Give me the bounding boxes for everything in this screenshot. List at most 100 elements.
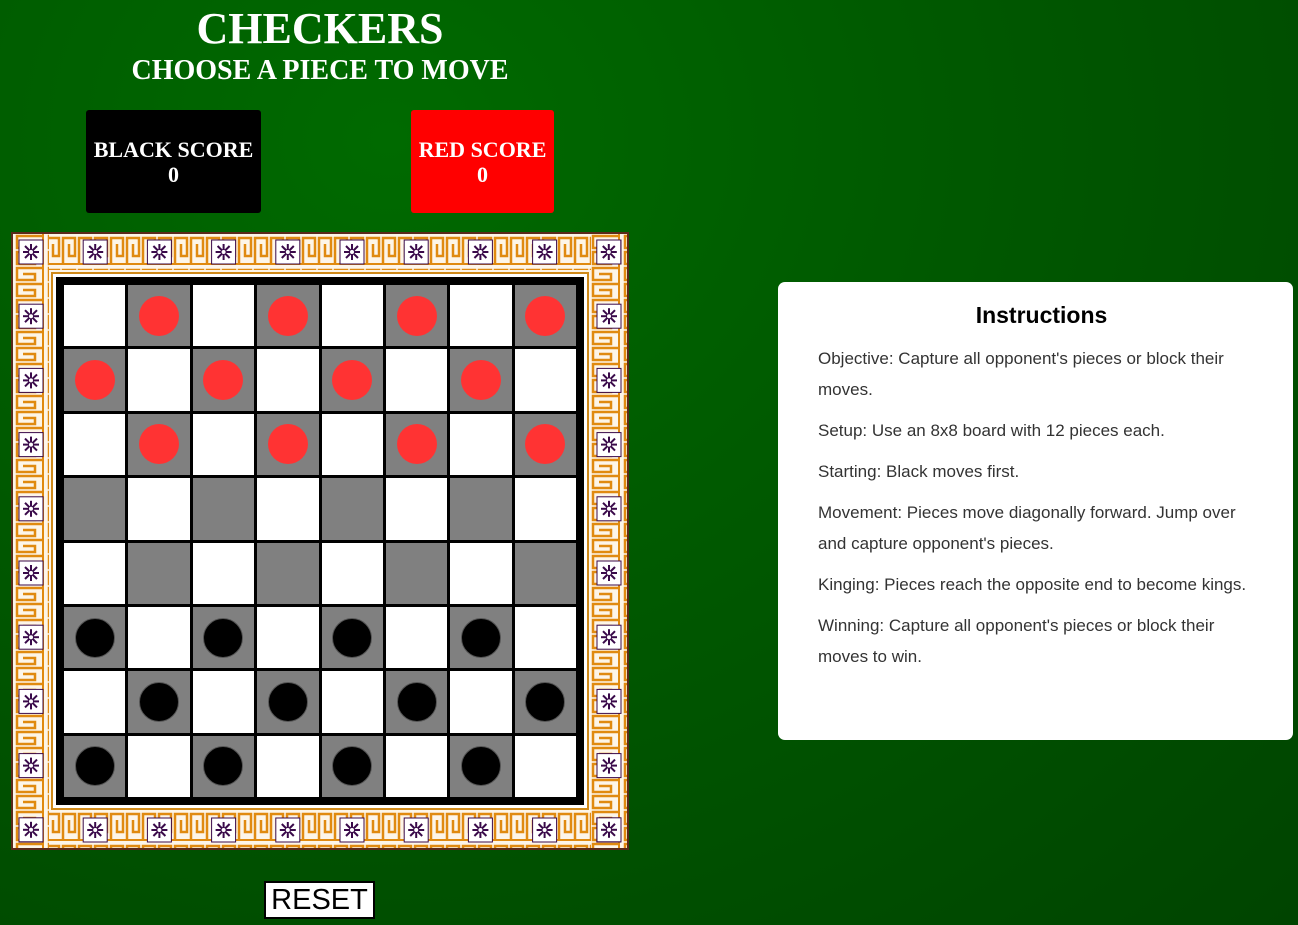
black-piece[interactable] [74,746,115,787]
board-square[interactable] [192,542,255,604]
board-square[interactable] [450,671,512,733]
board-square[interactable] [450,413,512,476]
board-square[interactable] [128,735,190,797]
red-score-value: 0 [477,161,488,187]
red-piece[interactable] [267,295,308,336]
board-square[interactable] [450,349,512,411]
black-piece[interactable] [396,681,437,722]
instruction-objective: Objective: Capture all opponent's pieces… [818,349,1224,399]
black-piece[interactable] [203,617,244,658]
board-square[interactable] [450,478,512,540]
black-piece[interactable] [460,746,501,787]
board-square[interactable] [192,349,255,411]
board-square[interactable] [514,285,576,347]
instruction-winning: Winning: Capture all opponent's pieces o… [818,616,1215,666]
black-piece[interactable] [332,617,373,658]
board-square[interactable] [257,478,319,540]
board-square[interactable] [514,413,576,476]
board-square[interactable] [514,735,576,797]
board-square[interactable] [450,285,512,347]
black-piece[interactable] [267,681,308,722]
black-score-label: BLACK SCORE [93,136,254,162]
board-square[interactable] [64,606,126,669]
board-square[interactable] [128,285,190,347]
board-square[interactable] [257,542,319,604]
red-piece[interactable] [332,360,373,401]
board-square[interactable] [385,413,448,476]
red-piece[interactable] [525,295,566,336]
board-square[interactable] [321,285,383,347]
board-square[interactable] [257,285,319,347]
board-square[interactable] [514,671,576,733]
board-square[interactable] [385,671,448,733]
red-piece[interactable] [396,424,437,465]
board-square[interactable] [385,735,448,797]
black-piece[interactable] [203,746,244,787]
red-score-label: RED SCORE [418,136,547,162]
board-square[interactable] [192,478,255,540]
board-square[interactable] [257,671,319,733]
board-square[interactable] [514,349,576,411]
board-square[interactable] [514,542,576,604]
board-square[interactable] [321,478,383,540]
board-square[interactable] [128,671,190,733]
board-square[interactable] [64,478,126,540]
board-square[interactable] [128,478,190,540]
red-piece[interactable] [203,360,244,401]
board-square[interactable] [128,349,190,411]
board-square[interactable] [450,735,512,797]
reset-button[interactable]: RESET [264,881,375,919]
black-piece[interactable] [332,746,373,787]
black-piece[interactable] [460,617,501,658]
red-piece[interactable] [139,295,180,336]
red-piece[interactable] [74,360,115,401]
board-square[interactable] [64,413,126,476]
red-piece[interactable] [525,424,566,465]
board-square[interactable] [321,349,383,411]
board-square[interactable] [64,285,126,347]
board-square[interactable] [64,671,126,733]
board-square[interactable] [385,285,448,347]
board-square[interactable] [257,413,319,476]
instruction-setup: Setup: Use an 8x8 board with 12 pieces e… [818,421,1165,440]
board-square[interactable] [450,542,512,604]
board-square[interactable] [514,478,576,540]
black-piece[interactable] [74,617,115,658]
instruction-starting: Starting: Black moves first. [818,462,1020,481]
board-square[interactable] [128,606,190,669]
black-piece[interactable] [525,681,566,722]
red-piece[interactable] [267,424,308,465]
board-square[interactable] [321,671,383,733]
board-square[interactable] [385,478,448,540]
board-square[interactable] [385,542,448,604]
black-score-panel: BLACK SCORE 0 [86,110,261,213]
board-square[interactable] [321,735,383,797]
red-piece[interactable] [460,360,501,401]
board-square[interactable] [257,349,319,411]
board-square[interactable] [450,606,512,669]
board-square[interactable] [321,413,383,476]
game-status: CHOOSE A PIECE TO MOVE [131,55,509,86]
board-square[interactable] [257,606,319,669]
red-piece[interactable] [139,424,180,465]
black-piece[interactable] [139,681,180,722]
instructions-title: Instructions [975,302,1108,328]
board-square[interactable] [64,349,126,411]
board-square[interactable] [385,606,448,669]
board-square[interactable] [64,542,126,604]
board-square[interactable] [321,542,383,604]
board-square[interactable] [192,606,255,669]
board-square[interactable] [257,735,319,797]
checkerboard [56,277,584,805]
red-piece[interactable] [396,295,437,336]
board-square[interactable] [192,413,255,476]
board-square[interactable] [128,542,190,604]
board-square[interactable] [385,349,448,411]
board-square[interactable] [192,285,255,347]
board-square[interactable] [192,671,255,733]
board-square[interactable] [192,735,255,797]
board-square[interactable] [321,606,383,669]
board-square[interactable] [128,413,190,476]
board-square[interactable] [514,606,576,669]
board-square[interactable] [64,735,126,797]
